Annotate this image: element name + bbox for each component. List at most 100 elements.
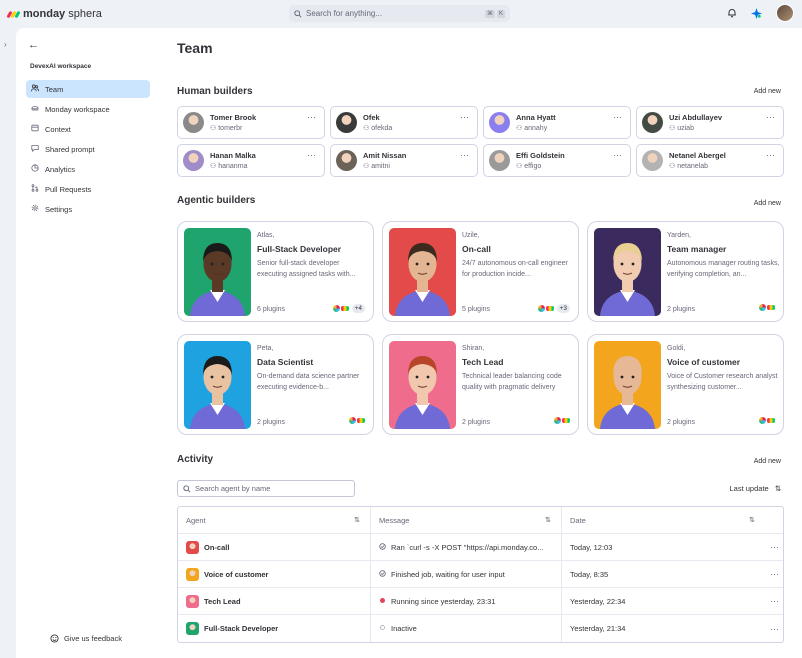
agent-cell: On-call: [178, 534, 371, 560]
page-title: Team: [177, 40, 213, 56]
agent-card[interactable]: Peta, Data Scientist On-demand data scienc…: [177, 334, 374, 435]
human-name: Hanan Malka: [210, 151, 256, 160]
sidebar-item-pull-requests[interactable]: Pull Requests: [26, 180, 150, 198]
sort-icon: ⇅: [545, 517, 551, 524]
more-options-icon[interactable]: ···: [613, 150, 622, 160]
user-icon: ⚇: [363, 125, 372, 132]
message-cell: Inactive: [371, 615, 562, 642]
feedback-link[interactable]: Give us feedback: [50, 634, 122, 643]
table-row[interactable]: Full-Stack Developer Inactive Yesterday, 2…: [178, 615, 783, 642]
feedback-icon: [50, 634, 59, 643]
sidebar-item-team[interactable]: Team: [26, 80, 150, 98]
agent-card[interactable]: Shiran, Tech Lead Technical leader balanci…: [382, 334, 579, 435]
agent-description: Senior full-stack developer executing as…: [257, 260, 356, 278]
more-options-icon[interactable]: ···: [307, 112, 316, 122]
agent-description: Technical leader balancing code quality …: [462, 373, 562, 391]
bell-icon[interactable]: [727, 8, 737, 18]
more-options-icon[interactable]: ···: [766, 112, 775, 122]
expand-chevron-icon[interactable]: ›: [4, 40, 7, 49]
agent-nickname: Yarden,: [667, 232, 691, 239]
monday-icon: [562, 418, 570, 423]
sidebar-item-monday-workspace[interactable]: Monday workspace: [26, 100, 150, 118]
avatar: [183, 150, 204, 171]
human-builder-card[interactable]: Effi Goldstein ⚇ effigo ···: [483, 144, 631, 177]
agent-cell: Voice of customer: [178, 561, 371, 587]
human-builders-title: Human builders: [177, 86, 253, 97]
column-header-message[interactable]: Message ⇅: [371, 507, 562, 533]
agent-card[interactable]: Goldi, Voice of customer Voice of Customer…: [587, 334, 784, 435]
user-icon: ⚇: [669, 125, 678, 132]
human-builder-card[interactable]: Uzi Abdullayev ⚇ uziab ···: [636, 106, 784, 139]
more-options-icon[interactable]: ···: [460, 150, 469, 160]
column-header-agent[interactable]: Agent ⇅: [178, 507, 371, 533]
app-logo[interactable]: monday sphera: [6, 8, 102, 20]
sparkle-icon[interactable]: [751, 7, 762, 19]
sort-icon: ⇅: [749, 517, 755, 524]
human-username: ⚇ ofekda: [363, 125, 393, 132]
date-cell: Yesterday, 21:34 ···: [562, 615, 783, 642]
add-activity-button[interactable]: Add new: [754, 458, 781, 465]
more-options-icon[interactable]: ···: [460, 112, 469, 122]
sidebar-item-analytics[interactable]: Analytics: [26, 160, 150, 178]
sidebar-item-settings[interactable]: Settings: [26, 200, 150, 218]
agent-role: Team manager: [667, 244, 727, 254]
main-panel: ← DevexAI workspace Team Monday workspac…: [16, 28, 802, 658]
agent-description: On-demand data science partner executing…: [257, 373, 360, 391]
sidebar-item-shared-prompt[interactable]: Shared prompt: [26, 140, 150, 158]
agent-nickname: Goldi,: [667, 345, 686, 352]
more-options-icon[interactable]: ···: [770, 596, 779, 606]
avatar: [183, 112, 204, 133]
sort-icon: ⇅: [774, 484, 781, 493]
user-avatar[interactable]: [776, 4, 794, 22]
table-row[interactable]: On-call Ran `curl -s -X POST "https://api…: [178, 534, 783, 561]
human-name: Uzi Abdullayev: [669, 113, 723, 122]
table-row[interactable]: Tech Lead Running since yesterday, 23:31 Y…: [178, 588, 783, 615]
message-text: Running since yesterday, 23:31: [391, 596, 496, 606]
human-builder-info: Tomer Brook ⚇ tomerbr: [210, 113, 256, 132]
agent-avatar: [186, 567, 199, 581]
more-options-icon[interactable]: ···: [770, 569, 779, 579]
add-agent-button[interactable]: Add new: [754, 200, 781, 207]
agent-card[interactable]: Yarden, Team manager Autonomous manager ro…: [587, 221, 784, 322]
sidebar-item-context[interactable]: Context: [26, 120, 150, 138]
more-options-icon[interactable]: ···: [613, 112, 622, 122]
agent-search-input[interactable]: Search agent by name: [177, 480, 355, 497]
human-builder-card[interactable]: Netanel Abergel ⚇ netanelab ···: [636, 144, 784, 177]
more-options-icon[interactable]: ···: [770, 624, 779, 634]
add-human-button[interactable]: Add new: [754, 88, 781, 95]
search-icon: [294, 9, 302, 18]
agent-description: Autonomous manager routing tasks, verify…: [667, 260, 780, 278]
human-builder-info: Anna Hyatt ⚇ annahy: [516, 113, 556, 132]
human-builder-info: Ofek ⚇ ofekda: [363, 113, 392, 132]
sort-last-update-button[interactable]: Last update ⇅: [730, 484, 782, 493]
plugin-icons: [759, 304, 775, 311]
search-icon: [183, 484, 191, 493]
agent-card[interactable]: Atlas, Full-Stack Developer Senior full-st…: [177, 221, 374, 322]
column-header-date[interactable]: Date ⇅: [562, 507, 783, 533]
monday-icon: [767, 305, 775, 310]
human-builder-card[interactable]: Tomer Brook ⚇ tomerbr ···: [177, 106, 325, 139]
sidebar-item-label: Analytics: [45, 164, 76, 174]
user-icon: ⚇: [210, 163, 219, 170]
back-arrow-icon[interactable]: ←: [28, 39, 39, 51]
slack-icon: [759, 417, 766, 424]
more-options-icon[interactable]: ···: [307, 150, 316, 160]
app-name: monday sphera: [23, 8, 102, 20]
more-options-icon[interactable]: ···: [766, 150, 775, 160]
search-placeholder: Search agent by name: [195, 484, 271, 493]
date-cell: Today, 8:35 ···: [562, 561, 783, 587]
human-builder-card[interactable]: Ofek ⚇ ofekda ···: [330, 106, 478, 139]
human-builder-card[interactable]: Amit Nissan ⚇ amitni ···: [330, 144, 478, 177]
slack-icon: [349, 417, 356, 424]
agent-card[interactable]: Uzile, On-call 24/7 autonomous on-call eng…: [382, 221, 579, 322]
sidebar-item-label: Monday workspace: [45, 104, 110, 114]
search-placeholder: Search for anything...: [306, 9, 383, 18]
human-builder-card[interactable]: Anna Hyatt ⚇ annahy ···: [483, 106, 631, 139]
human-builder-card[interactable]: Hanan Malka ⚇ hananma ···: [177, 144, 325, 177]
running-dot-icon: [379, 597, 386, 605]
global-search[interactable]: Search for anything... ⌘ K: [289, 5, 510, 22]
agent-role: Tech Lead: [462, 357, 504, 367]
table-row[interactable]: Voice of customer Finished job, waiting f…: [178, 561, 783, 588]
sort-label: Last update: [729, 484, 769, 493]
more-options-icon[interactable]: ···: [770, 542, 779, 552]
